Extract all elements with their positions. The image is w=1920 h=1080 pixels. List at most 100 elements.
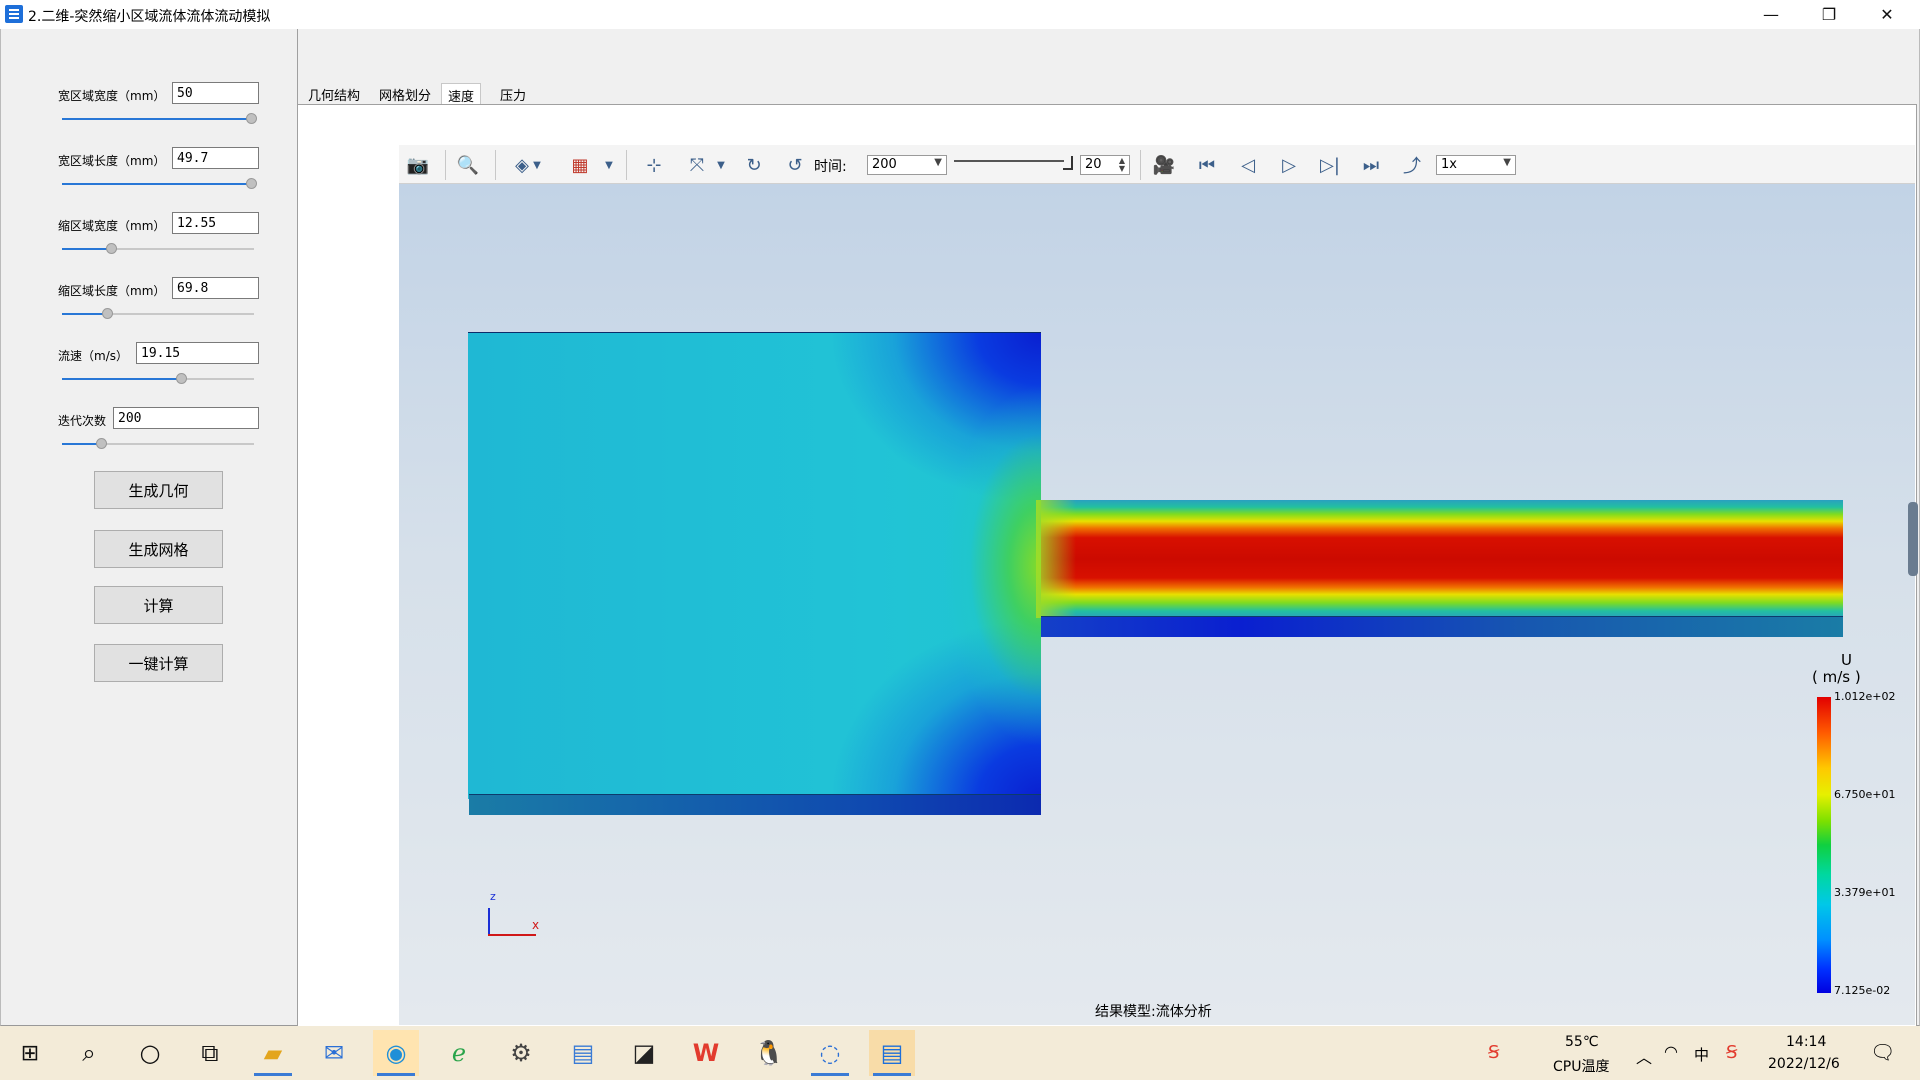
velocity-slider[interactable] bbox=[62, 373, 254, 384]
ime-indicator[interactable]: 中 bbox=[1694, 1044, 1709, 1065]
legend-color-bar bbox=[1817, 697, 1831, 993]
cortana-icon[interactable]: ○ bbox=[127, 1030, 173, 1076]
generate-geometry-button[interactable]: 生成几何 bbox=[94, 471, 223, 509]
narrow-width-slider[interactable] bbox=[62, 243, 254, 254]
simulation-app-icon[interactable]: ▤ bbox=[869, 1030, 915, 1076]
minimize-button[interactable]: — bbox=[1742, 0, 1800, 29]
chevron-down-icon: ▼ bbox=[1503, 157, 1511, 168]
legend-max: 1.012e+02 bbox=[1834, 690, 1896, 703]
wide-length-label: 宽区域长度（mm） bbox=[58, 154, 166, 168]
settings-gear-icon[interactable]: ⚙ bbox=[498, 1030, 544, 1076]
tab-pressure[interactable]: 压力 bbox=[494, 83, 532, 105]
speed-select[interactable]: 1x ▼ bbox=[1436, 155, 1516, 175]
step-spinbox-value: 20 bbox=[1085, 157, 1102, 172]
play-icon[interactable]: ▷ bbox=[1275, 152, 1303, 178]
wide-region-contour bbox=[468, 332, 1041, 799]
cpu-temp-value: 55℃ bbox=[1565, 1034, 1599, 1050]
sogou-input-icon[interactable]: Ꞩ bbox=[1726, 1042, 1737, 1063]
iterations-slider[interactable] bbox=[62, 438, 254, 449]
wide-width-slider[interactable] bbox=[62, 113, 257, 124]
task-view-icon[interactable]: ⧉ bbox=[187, 1030, 233, 1076]
toolbar-separator bbox=[445, 150, 446, 180]
edge-browser-icon[interactable]: ◉ bbox=[373, 1030, 419, 1076]
record-icon[interactable]: 🎥 bbox=[1150, 152, 1178, 178]
axes-icon[interactable]: ⤧ bbox=[683, 152, 711, 178]
time-slider[interactable] bbox=[954, 160, 1064, 162]
one-click-compute-button[interactable]: 一键计算 bbox=[94, 644, 223, 682]
time-select-value: 200 bbox=[872, 157, 897, 172]
iterations-label: 迭代次数 bbox=[58, 414, 107, 428]
clock-date[interactable]: 2022/12/6 bbox=[1768, 1056, 1840, 1072]
ie-browser-icon[interactable]: ℯ bbox=[436, 1030, 482, 1076]
velocity-input[interactable] bbox=[136, 342, 259, 364]
network-icon[interactable]: ◠ bbox=[1664, 1042, 1678, 1061]
narrow-length-label: 缩区域长度（mm） bbox=[58, 284, 166, 298]
wps-office-icon[interactable]: W bbox=[683, 1030, 729, 1076]
clock-time[interactable]: 14:14 bbox=[1786, 1034, 1826, 1050]
last-frame-icon[interactable]: ⏭ bbox=[1357, 152, 1385, 178]
prev-frame-icon[interactable]: ◁ bbox=[1234, 152, 1262, 178]
camera-icon[interactable]: 📷 bbox=[404, 152, 432, 178]
sticky-notes-icon[interactable]: ◪ bbox=[621, 1030, 667, 1076]
wide-length-input[interactable] bbox=[172, 147, 259, 169]
panel-splitter-handle[interactable] bbox=[1908, 502, 1918, 576]
wide-length-slider[interactable] bbox=[62, 178, 257, 189]
legend-min: 7.125e-02 bbox=[1834, 984, 1891, 997]
zoom-icon[interactable]: 🔍 bbox=[454, 152, 482, 178]
first-frame-icon[interactable]: ⏮ bbox=[1193, 152, 1221, 178]
title-bar: 2.二维-突然缩小区域流体流体流动模拟 — ❐ ✕ bbox=[0, 0, 1920, 29]
toolbar-separator bbox=[626, 150, 627, 180]
narrow-length-slider[interactable] bbox=[62, 308, 254, 319]
sogou-tray-icon[interactable]: Ꞩ bbox=[1488, 1042, 1499, 1063]
windows-start-icon[interactable]: ⊞ bbox=[7, 1030, 53, 1076]
step-spinbox[interactable]: 20 ▲ ▼ bbox=[1080, 155, 1130, 175]
wide-width-label: 宽区域宽度（mm） bbox=[58, 89, 166, 103]
legend-mid-high: 6.750e+01 bbox=[1834, 788, 1896, 801]
search-icon[interactable]: ⌕ bbox=[66, 1030, 112, 1076]
generate-mesh-button[interactable]: 生成网格 bbox=[94, 530, 223, 568]
color-cube-icon[interactable]: ▦ bbox=[566, 152, 594, 178]
fit-view-icon[interactable]: ⊹ bbox=[640, 152, 668, 178]
wide-width-input[interactable] bbox=[172, 82, 259, 104]
close-button[interactable]: ✕ bbox=[1858, 0, 1916, 29]
time-select[interactable]: 200 ▼ bbox=[867, 155, 947, 175]
chevron-down-icon[interactable]: ▼ bbox=[530, 152, 544, 178]
time-label: 时间: bbox=[814, 159, 847, 175]
chevron-down-icon: ▼ bbox=[934, 157, 942, 168]
app-icon bbox=[5, 5, 23, 23]
rotate-icon[interactable]: ↻ bbox=[740, 152, 768, 178]
mail-icon[interactable]: ✉ bbox=[311, 1030, 357, 1076]
file-explorer-icon[interactable]: ▰ bbox=[250, 1030, 296, 1076]
restore-button[interactable]: ❐ bbox=[1800, 0, 1858, 29]
tab-velocity[interactable]: 速度 bbox=[441, 83, 482, 106]
notification-icon[interactable]: 🗨 bbox=[1870, 1040, 1895, 1064]
next-frame-icon[interactable]: ▷| bbox=[1316, 152, 1344, 178]
qq-icon[interactable]: 🐧 bbox=[746, 1030, 792, 1076]
legend-title-symbol: U bbox=[1841, 651, 1852, 669]
compute-button[interactable]: 计算 bbox=[94, 586, 223, 624]
narrow-length-input[interactable] bbox=[172, 277, 259, 299]
wide-region-bottom-edge bbox=[469, 794, 1041, 815]
narrow-region-inlet-blend bbox=[1036, 500, 1076, 618]
x-axis-line bbox=[488, 934, 536, 936]
chevron-down-icon[interactable]: ▼ bbox=[714, 152, 728, 178]
toolbar-separator bbox=[495, 150, 496, 180]
window-title: 2.二维-突然缩小区域流体流体流动模拟 bbox=[28, 9, 271, 25]
velocity-label: 流速（m/s） bbox=[58, 349, 128, 363]
tab-geometry[interactable]: 几何结构 bbox=[302, 83, 366, 105]
toolbar-separator bbox=[1140, 150, 1141, 180]
app-swirl-icon[interactable]: ◌ bbox=[807, 1030, 853, 1076]
export-icon[interactable]: ⤴ bbox=[1398, 152, 1426, 178]
chevron-up-icon[interactable]: ︿ bbox=[1636, 1044, 1652, 1068]
iterations-input[interactable] bbox=[113, 407, 259, 429]
reset-view-icon[interactable]: ↺ bbox=[781, 152, 809, 178]
narrow-width-input[interactable] bbox=[172, 212, 259, 234]
tab-mesh[interactable]: 网格划分 bbox=[373, 83, 437, 105]
time-slider-thumb[interactable] bbox=[1063, 156, 1073, 170]
narrow-region-contour bbox=[1041, 500, 1843, 618]
chevron-down-icon[interactable]: ▼ bbox=[602, 152, 616, 178]
control-panel-icon[interactable]: ▤ bbox=[560, 1030, 606, 1076]
z-axis-line bbox=[488, 908, 490, 936]
x-axis-label: x bbox=[532, 918, 540, 932]
spin-arrows-icon: ▲ ▼ bbox=[1118, 156, 1125, 173]
